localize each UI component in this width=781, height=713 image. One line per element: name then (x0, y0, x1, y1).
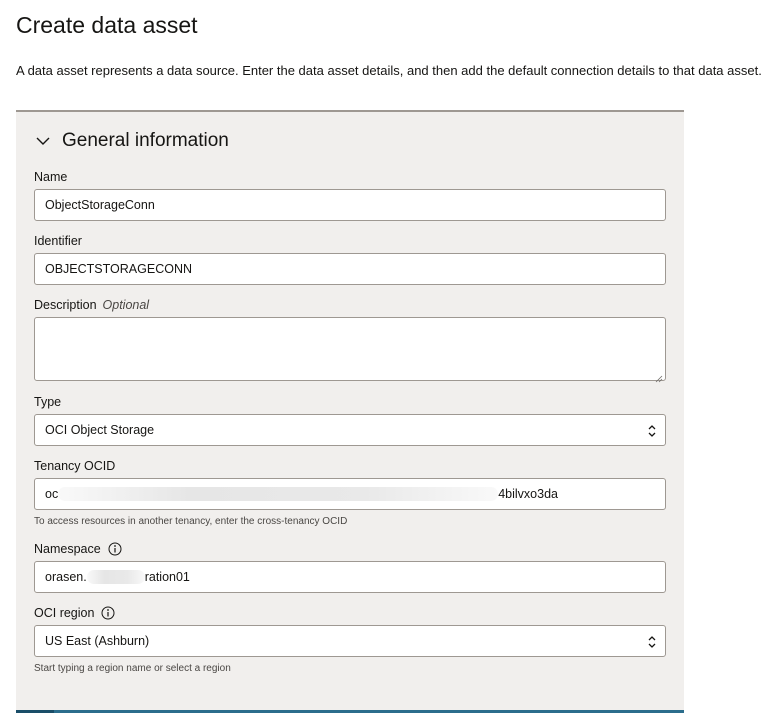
chevron-down-icon[interactable] (34, 132, 52, 150)
identifier-label-text: Identifier (34, 234, 82, 248)
namespace-label-text: Namespace (34, 542, 101, 556)
description-textarea[interactable] (34, 317, 666, 383)
region-combobox[interactable]: US East (Ashburn) (34, 625, 666, 657)
name-input[interactable]: ObjectStorageConn (34, 189, 666, 221)
namespace-value-start: orasen. (45, 570, 87, 584)
redaction-blur (86, 570, 145, 584)
name-label: Name (34, 170, 67, 184)
identifier-value: OBJECTSTORAGECONN (45, 262, 193, 276)
page-title: Create data asset (16, 12, 198, 38)
namespace-value-end: ration01 (144, 570, 190, 584)
general-information-toggle[interactable]: General information (34, 130, 229, 152)
description-label: Description Optional (34, 298, 149, 312)
name-value: ObjectStorageConn (45, 198, 155, 212)
info-icon[interactable] (101, 606, 115, 620)
type-value: OCI Object Storage (45, 423, 155, 437)
general-information-panel: General information Name ObjectStorageCo… (16, 110, 684, 713)
page-intro: A data asset represents a data source. E… (16, 63, 762, 78)
create-data-asset-page: Create data asset A data asset represent… (0, 0, 781, 713)
region-help-text: Start typing a region name or select a r… (34, 663, 231, 674)
name-label-text: Name (34, 170, 68, 184)
tenancy-value-end: 4bilvxo3da (498, 487, 558, 501)
info-icon[interactable] (108, 542, 122, 556)
tenancy-label: Tenancy OCID (34, 459, 115, 473)
select-arrows-icon (647, 634, 657, 650)
namespace-input[interactable]: orasen. ration01 (34, 561, 666, 593)
identifier-label: Identifier (34, 234, 82, 248)
optional-tag: Optional (102, 298, 150, 312)
namespace-label: Namespace (34, 542, 122, 556)
description-label-text: Description (34, 298, 97, 312)
tenancy-label-text: Tenancy OCID (34, 459, 116, 473)
tenancy-ocid-input[interactable]: oc 4bilvxo3da (34, 478, 666, 510)
resize-grip-icon[interactable] (655, 370, 663, 383)
tenancy-help-text: To access resources in another tenancy, … (34, 516, 348, 527)
type-select[interactable]: OCI Object Storage (34, 414, 666, 446)
identifier-input[interactable]: OBJECTSTORAGECONN (34, 253, 666, 285)
type-label-text: Type (34, 395, 62, 409)
tenancy-value-start: oc (45, 487, 59, 501)
region-value: US East (Ashburn) (45, 634, 150, 648)
redaction-blur (58, 487, 499, 501)
select-arrows-icon (647, 423, 657, 439)
type-label: Type (34, 395, 61, 409)
region-label-text: OCI region (34, 606, 95, 620)
region-label: OCI region (34, 606, 115, 620)
section-title: General information (62, 130, 229, 151)
